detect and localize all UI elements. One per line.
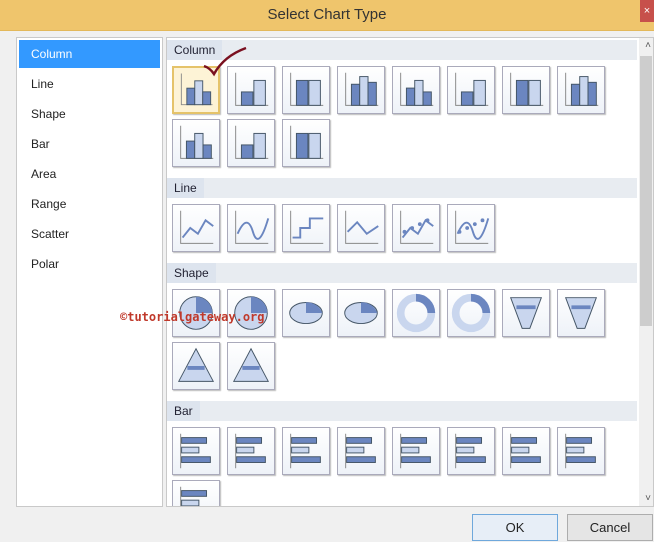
3d-cylinder-chart-icon[interactable] bbox=[282, 119, 330, 167]
3d-clustered-bar-chart-icon[interactable] bbox=[337, 427, 385, 475]
watermark: ©tutorialgateway.org bbox=[120, 310, 265, 324]
category-column[interactable]: Column bbox=[19, 40, 160, 68]
bar-chart-icon[interactable] bbox=[172, 427, 220, 475]
line-with-markers-chart-icon[interactable] bbox=[392, 204, 440, 252]
title-bar: Select Chart Type × bbox=[0, 0, 654, 31]
scroll-down-icon[interactable]: ˅ bbox=[645, 493, 651, 504]
100-stacked-bar-chart-icon[interactable] bbox=[282, 427, 330, 475]
100-stacked-column-chart-icon[interactable] bbox=[282, 66, 330, 114]
3d-line-chart-icon[interactable] bbox=[337, 204, 385, 252]
category-range[interactable]: Range bbox=[19, 190, 160, 218]
line-chart-icon[interactable] bbox=[172, 204, 220, 252]
3d-pyramid-chart-icon[interactable] bbox=[227, 342, 275, 390]
close-button[interactable]: × bbox=[640, 0, 654, 22]
category-shape[interactable]: Shape bbox=[19, 100, 160, 128]
section-header-line: Line bbox=[167, 178, 637, 198]
funnel-chart-icon[interactable] bbox=[502, 289, 550, 337]
stacked-cylinder-bar-chart-icon[interactable] bbox=[557, 427, 605, 475]
3d-100-stacked-column-chart-icon[interactable] bbox=[447, 66, 495, 114]
vertical-scrollbar[interactable]: ˄ ˅ bbox=[639, 38, 653, 506]
red-checkmark-annotation bbox=[203, 46, 247, 77]
3d-cylinder-bar-chart-icon[interactable] bbox=[502, 427, 550, 475]
doughnut-chart-icon[interactable] bbox=[392, 289, 440, 337]
3d-funnel-chart-icon[interactable] bbox=[557, 289, 605, 337]
cylinder-chart-icon[interactable] bbox=[557, 66, 605, 114]
section-header-bar: Bar bbox=[167, 401, 637, 421]
3d-stacked-column-chart-icon[interactable] bbox=[392, 66, 440, 114]
3d-pie-chart-icon[interactable] bbox=[282, 289, 330, 337]
stepped-line-chart-icon[interactable] bbox=[282, 204, 330, 252]
cancel-button[interactable]: Cancel bbox=[567, 514, 653, 541]
section-header-shape: Shape bbox=[167, 263, 637, 283]
smooth-line-chart-icon[interactable] bbox=[227, 204, 275, 252]
100-stacked-cylinder-bar-chart-icon[interactable] bbox=[172, 480, 220, 506]
3d-100-stacked-bar-chart-icon[interactable] bbox=[447, 427, 495, 475]
scroll-up-icon[interactable]: ˄ bbox=[645, 40, 651, 51]
stacked-cylinder-chart-icon[interactable] bbox=[172, 119, 220, 167]
3d-exploded-pie-chart-icon[interactable] bbox=[337, 289, 385, 337]
category-area[interactable]: Area bbox=[19, 160, 160, 188]
exploded-doughnut-chart-icon[interactable] bbox=[447, 289, 495, 337]
category-bar[interactable]: Bar bbox=[19, 130, 160, 158]
pyramid-chart-icon[interactable] bbox=[172, 342, 220, 390]
section-label: Line bbox=[167, 178, 204, 198]
3d-clustered-column-chart-icon[interactable] bbox=[337, 66, 385, 114]
chart-category-list[interactable]: Column Line Shape Bar Area Range Scatter Polar bbox=[16, 37, 163, 507]
chart-type-gallery: Column Line Shape Bar ˄ ˅ bbox=[166, 37, 654, 507]
category-polar[interactable]: Polar bbox=[19, 250, 160, 278]
category-scatter[interactable]: Scatter bbox=[19, 220, 160, 248]
3d-stacked-bar-chart-icon[interactable] bbox=[392, 427, 440, 475]
dialog-title: Select Chart Type bbox=[267, 6, 387, 23]
category-line[interactable]: Line bbox=[19, 70, 160, 98]
stacked-bar-chart-icon[interactable] bbox=[227, 427, 275, 475]
ok-button[interactable]: OK bbox=[472, 514, 558, 541]
scroll-thumb[interactable] bbox=[640, 56, 652, 326]
3d-column-chart-icon[interactable] bbox=[502, 66, 550, 114]
section-label: Bar bbox=[167, 401, 200, 421]
100-stacked-cylinder-chart-icon[interactable] bbox=[227, 119, 275, 167]
smooth-line-with-markers-chart-icon[interactable] bbox=[447, 204, 495, 252]
section-label: Shape bbox=[167, 263, 216, 283]
